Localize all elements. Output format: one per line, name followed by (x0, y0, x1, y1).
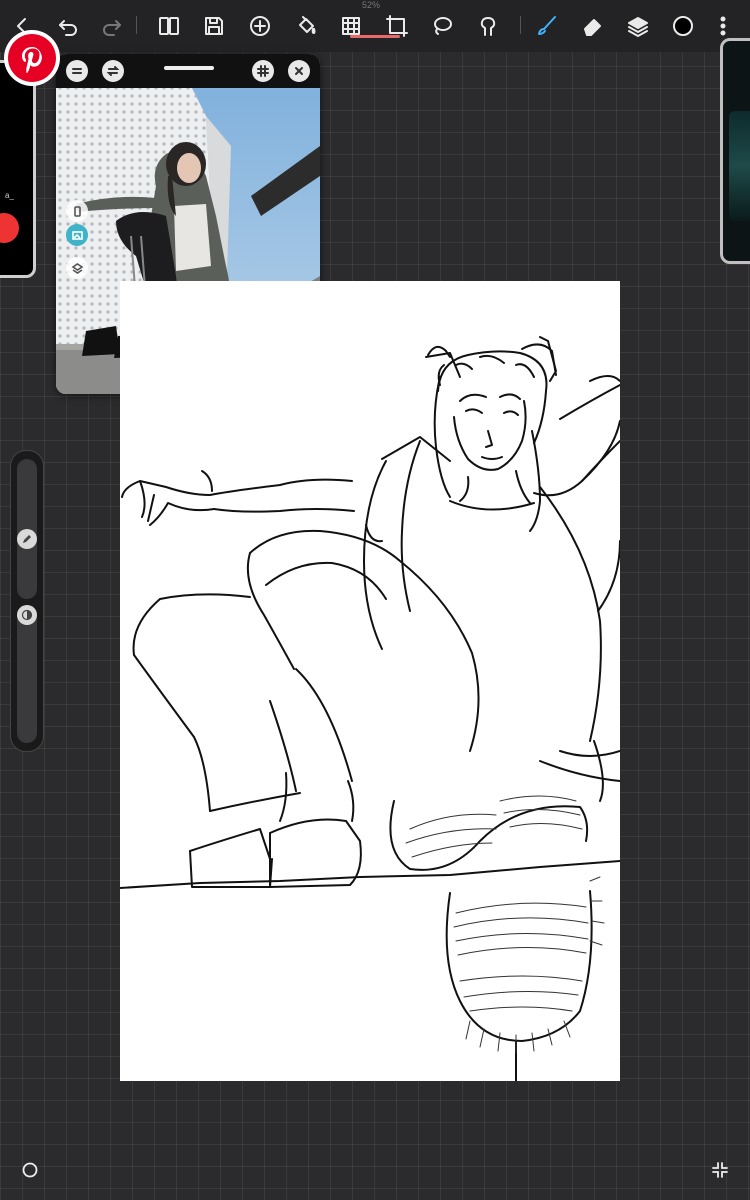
opacity-slider[interactable] (17, 605, 37, 743)
pencil-icon[interactable] (17, 529, 37, 549)
pinterest-app-window[interactable]: a_ (0, 60, 36, 278)
phone-icon[interactable] (66, 200, 88, 222)
app-preview (729, 111, 750, 221)
brush-icon[interactable] (530, 9, 564, 43)
menu-icon[interactable] (66, 60, 88, 82)
crop-icon[interactable] (380, 9, 414, 43)
app-text: a_ (5, 191, 14, 200)
drag-handle[interactable] (164, 66, 214, 70)
record-button[interactable] (0, 213, 19, 243)
image-icon[interactable] (66, 224, 88, 246)
add-icon[interactable] (243, 9, 277, 43)
collapse-icon[interactable] (708, 1158, 732, 1182)
close-icon[interactable] (288, 60, 310, 82)
liquify-icon[interactable] (471, 9, 505, 43)
layers-icon[interactable] (621, 9, 655, 43)
pinterest-logo-icon[interactable] (4, 30, 60, 86)
layers-icon[interactable] (66, 257, 88, 279)
top-toolbar: 52% (0, 0, 750, 52)
lasso-icon[interactable] (425, 9, 459, 43)
quick-menu-icon[interactable] (18, 1158, 42, 1182)
brush-slider-panel (10, 450, 44, 752)
grid-icon[interactable] (252, 60, 274, 82)
opacity-icon[interactable] (17, 605, 37, 625)
fill-bucket-icon[interactable] (289, 9, 323, 43)
side-app-window[interactable] (720, 38, 750, 264)
color-swatch-icon[interactable] (666, 9, 700, 43)
eraser-icon[interactable] (576, 9, 610, 43)
flip-icon[interactable] (102, 60, 124, 82)
reference-header (56, 54, 320, 88)
redo-icon[interactable] (95, 9, 129, 43)
sketch-artwork (120, 336, 620, 1081)
save-icon[interactable] (197, 9, 231, 43)
split-view-icon[interactable] (152, 9, 186, 43)
drawing-canvas[interactable] (120, 281, 620, 1081)
undo-icon[interactable] (51, 9, 85, 43)
